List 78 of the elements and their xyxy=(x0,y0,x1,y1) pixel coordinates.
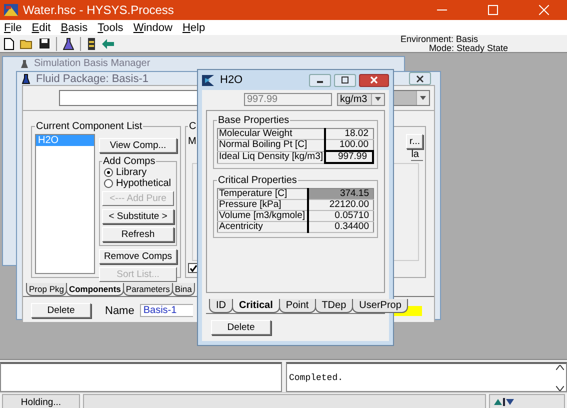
menu-item[interactable]: Tools xyxy=(98,22,124,34)
radio-button[interactable] xyxy=(104,168,113,177)
property-label: Temperature [C] xyxy=(218,188,308,200)
view-comp-button[interactable]: View Comp... xyxy=(99,138,177,153)
maximize-icon[interactable] xyxy=(341,76,349,84)
checkbox[interactable] xyxy=(188,263,198,273)
dropdown-arrow-icon[interactable] xyxy=(420,96,426,100)
maximize-button[interactable] xyxy=(334,74,356,86)
new-file-icon[interactable] xyxy=(4,38,14,50)
property-value[interactable]: 0.05710 xyxy=(308,210,374,222)
radio-label[interactable]: Library xyxy=(116,167,147,178)
back-arrow-icon[interactable] xyxy=(102,38,114,48)
window-title: Water.hsc - HYSYS.Process xyxy=(23,3,174,17)
tab[interactable]: Bina xyxy=(172,283,195,296)
delete-button[interactable]: Delete xyxy=(211,320,271,335)
tab[interactable]: Parameters xyxy=(122,283,173,296)
column-icon[interactable] xyxy=(87,38,96,50)
delete-button[interactable]: Delete xyxy=(31,303,91,318)
property-label: Acentricity xyxy=(218,222,308,232)
property-label: Volume [m3/kgmole] xyxy=(218,210,308,222)
property-label: Ideal Liq Density [kg/m3] xyxy=(218,151,326,163)
group-title: Add Comps xyxy=(102,156,156,167)
unit-dropdown[interactable]: kg/m3 xyxy=(337,92,385,106)
menu-item[interactable]: Basis xyxy=(60,22,88,34)
tab[interactable]: Prop Pkg xyxy=(26,283,67,296)
tab[interactable]: Point xyxy=(278,299,316,313)
close-button[interactable] xyxy=(409,72,431,85)
close-icon[interactable] xyxy=(416,74,424,82)
tab[interactable]: Components xyxy=(66,283,124,296)
app-icon xyxy=(4,4,18,16)
property-label: Normal Boiling Pt [C] xyxy=(218,140,326,151)
message-text: Completed. xyxy=(289,372,344,382)
environment-label: Environment: Basis xyxy=(400,34,478,44)
dropdown-arrow-icon[interactable] xyxy=(375,97,381,101)
property-value[interactable]: 100.00 xyxy=(325,140,373,151)
property-value[interactable]: 997.99 xyxy=(325,151,373,163)
property-value[interactable]: 18.02 xyxy=(325,128,373,140)
name-label: Name xyxy=(105,304,134,316)
tab[interactable]: Critical xyxy=(232,299,280,313)
action-button[interactable]: < Substitute > xyxy=(102,209,174,224)
open-folder-icon[interactable] xyxy=(20,38,33,49)
close-button[interactable] xyxy=(359,74,389,86)
column-header: la xyxy=(411,149,423,161)
menu-item[interactable]: Help xyxy=(182,22,206,34)
minimize-button[interactable] xyxy=(309,74,331,86)
tab[interactable]: ID xyxy=(209,299,233,313)
save-icon[interactable] xyxy=(39,38,50,49)
scroll-down-icon[interactable] xyxy=(556,386,564,390)
window-title: H2O xyxy=(220,74,243,86)
window-title: Fluid Package: Basis-1 xyxy=(36,72,148,84)
scroll-up-icon[interactable] xyxy=(556,364,564,370)
property-value[interactable]: 374.15 xyxy=(308,188,374,200)
molecule-icon xyxy=(202,74,214,86)
window-title: Simulation Basis Manager xyxy=(34,57,150,71)
radio-button[interactable] xyxy=(104,179,113,188)
menu-item[interactable]: Window xyxy=(133,22,172,34)
up-down-arrows-icon[interactable] xyxy=(494,398,514,406)
name-field[interactable]: Basis-1 xyxy=(140,304,194,317)
group-title: Critical Properties xyxy=(217,175,298,186)
action-button[interactable]: Refresh xyxy=(102,227,174,242)
group-title: Base Properties xyxy=(217,115,290,126)
radio-label[interactable]: Hypothetical xyxy=(116,178,172,189)
menu-item[interactable]: File xyxy=(4,22,22,34)
action-button[interactable]: r... xyxy=(406,134,423,149)
property-value[interactable]: 0.34400 xyxy=(308,222,374,232)
tab[interactable]: TDep xyxy=(314,299,354,313)
menu-item[interactable]: Edit xyxy=(32,22,51,34)
group-title: Current Component List xyxy=(35,121,144,132)
field-label: M xyxy=(188,136,196,147)
tab[interactable]: UserProp xyxy=(352,299,408,313)
property-label: Molecular Weight xyxy=(218,128,326,140)
property-label: Pressure [kPa] xyxy=(218,200,308,210)
group-title: C xyxy=(188,121,198,132)
flask-icon[interactable] xyxy=(63,38,74,50)
property-value[interactable]: 22120.00 xyxy=(308,200,374,210)
action-button[interactable]: Remove Comps xyxy=(99,249,177,264)
status-text: Holding... xyxy=(2,394,80,408)
mode-label: Mode: Steady State xyxy=(428,44,508,52)
